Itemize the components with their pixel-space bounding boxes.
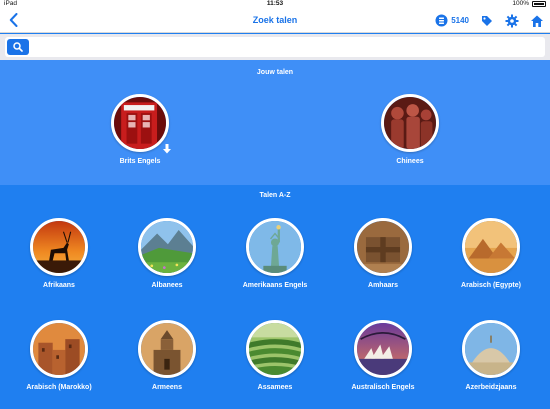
language-item-chinees[interactable]: Chinees (355, 94, 465, 165)
language-item-brits-engels[interactable]: Brits Engels (85, 94, 195, 165)
coins-button[interactable]: 5140 (435, 14, 469, 27)
language-name: Arabisch (Marokko) (26, 384, 92, 391)
language-name: Australisch Engels (351, 384, 415, 391)
language-photo (30, 218, 88, 276)
language-name: Amerikaans Engels (242, 282, 308, 289)
language-item-albanees[interactable]: Albanees (112, 218, 222, 289)
language-item-amerikaans-engels[interactable]: Amerikaans Engels (220, 218, 330, 289)
language-item-azerbeidzjaans[interactable]: Azerbeidzjaans (436, 320, 546, 391)
language-item-australisch-engels[interactable]: Australisch Engels (328, 320, 438, 391)
language-name: Amhaars (368, 282, 398, 289)
battery-icon (532, 1, 546, 7)
sydney-opera-house-image (357, 323, 409, 375)
search-bar (0, 34, 550, 60)
language-photo (138, 218, 196, 276)
language-item-assamees[interactable]: Assamees (220, 320, 330, 391)
dome-monument-image (465, 323, 517, 375)
coins-icon (435, 14, 448, 27)
language-name: Armeens (152, 384, 182, 391)
language-photo (246, 218, 304, 276)
search-button[interactable] (7, 39, 29, 55)
mountain-meadow-image (141, 221, 193, 273)
statue-of-liberty-image (249, 221, 301, 273)
home-button[interactable] (529, 13, 544, 28)
language-name: Afrikaans (43, 282, 75, 289)
nav-bar: Zoek talen 5140 (0, 8, 550, 33)
search-input[interactable] (33, 39, 541, 55)
language-item-armeens[interactable]: Armeens (112, 320, 222, 391)
section-title-mine: Jouw talen (256, 69, 294, 76)
battery-percent: 100% (512, 0, 529, 7)
download-arrow-icon (163, 144, 171, 154)
language-name: Assamees (257, 384, 293, 391)
language-photo (138, 320, 196, 378)
language-item-arabisch-egypte[interactable]: Arabisch (Egypte) (436, 218, 546, 289)
rock-church-image (357, 221, 409, 273)
my-languages-section: Jouw talen Brits Engels Chinees (0, 60, 550, 185)
settings-button[interactable] (504, 13, 519, 28)
coin-count: 5140 (451, 16, 469, 25)
language-item-arabisch-marokko[interactable]: Arabisch (Marokko) (4, 320, 114, 391)
home-icon (530, 15, 543, 27)
language-item-amhaars[interactable]: Amhaars (328, 218, 438, 289)
language-photo (246, 320, 304, 378)
tag-button[interactable] (479, 13, 494, 28)
language-name: Azerbeidzjaans (465, 384, 517, 391)
status-bar: iPad 11:53 100% (0, 0, 550, 8)
search-icon (13, 42, 23, 52)
tea-plantation-image (249, 323, 301, 375)
language-photo (354, 218, 412, 276)
language-name: Brits Engels (119, 158, 161, 165)
language-name: Chinees (396, 158, 424, 165)
language-item-afrikaans[interactable]: Afrikaans (4, 218, 114, 289)
monastery-image (141, 323, 193, 375)
gear-icon (505, 14, 518, 27)
antelope-sunset-image (33, 221, 85, 273)
language-photo (111, 94, 169, 152)
language-photo (381, 94, 439, 152)
language-photo (30, 320, 88, 378)
language-name: Albanees (151, 282, 183, 289)
phone-box-image (114, 97, 166, 149)
kasbah-image (33, 323, 85, 375)
language-photo (462, 320, 520, 378)
nav-actions: 5140 (435, 11, 544, 30)
tag-icon (481, 15, 492, 26)
search-box (5, 37, 545, 57)
status-right: 100% (512, 0, 546, 8)
pyramids-image (465, 221, 517, 273)
language-photo (462, 218, 520, 276)
language-photo (354, 320, 412, 378)
status-time: 11:53 (266, 0, 284, 7)
section-title-az: Talen A-Z (259, 192, 291, 199)
terracotta-warriors-image (384, 97, 436, 149)
all-languages-section: Talen A-Z Afrikaans Albanees Amerikaans … (0, 185, 550, 409)
language-name: Arabisch (Egypte) (461, 282, 521, 289)
